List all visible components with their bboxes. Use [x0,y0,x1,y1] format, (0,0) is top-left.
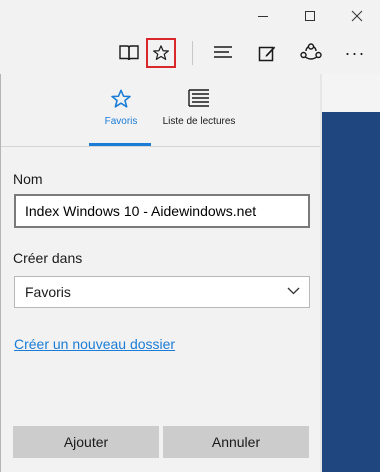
minimize-button[interactable] [240,0,286,32]
create-in-dropdown[interactable]: Favoris [14,276,310,308]
add-button[interactable]: Ajouter [13,426,159,458]
web-page-banner [322,112,380,472]
maximize-icon [305,11,315,21]
chevron-down-icon [287,287,300,295]
share-button[interactable] [294,36,328,70]
reading-view-button[interactable] [112,36,146,70]
star-icon [153,45,169,60]
cancel-button[interactable]: Annuler [163,426,309,458]
toolbar-separator [192,41,193,65]
more-icon: ··· [344,42,366,63]
name-field[interactable] [14,194,310,228]
new-folder-link[interactable]: Créer un nouveau dossier [14,336,175,352]
more-button[interactable]: ··· [338,36,372,70]
reading-list-icon [188,89,209,107]
browser-toolbar: ··· [0,32,380,74]
tab-favoris[interactable]: Favoris [83,88,159,146]
tab-favoris-label: Favoris [104,116,138,127]
create-in-label: Créer dans [13,250,83,266]
note-icon [258,46,276,62]
tabs-divider [1,146,320,147]
tab-reading-list-label: Liste de lectures [162,116,236,127]
star-icon [111,89,131,108]
create-in-value: Favoris [25,284,71,300]
favorites-panel: Favoris Liste de lectures Nom Créer dans… [1,74,320,472]
close-icon [351,10,363,22]
close-button[interactable] [334,0,380,32]
tab-reading-list[interactable]: Liste de lectures [161,88,237,146]
title-bar [0,0,380,32]
hub-tabs: Favoris Liste de lectures [1,74,320,146]
web-note-button[interactable] [250,36,284,70]
hub-scrollbar-track [320,74,322,472]
minimize-icon [258,16,268,17]
favorites-button[interactable] [146,38,176,68]
share-icon [300,43,322,60]
name-label: Nom [13,171,43,187]
hub-button[interactable] [206,36,240,70]
hub-icon [214,46,232,58]
maximize-button[interactable] [287,0,333,32]
book-icon [119,45,139,61]
